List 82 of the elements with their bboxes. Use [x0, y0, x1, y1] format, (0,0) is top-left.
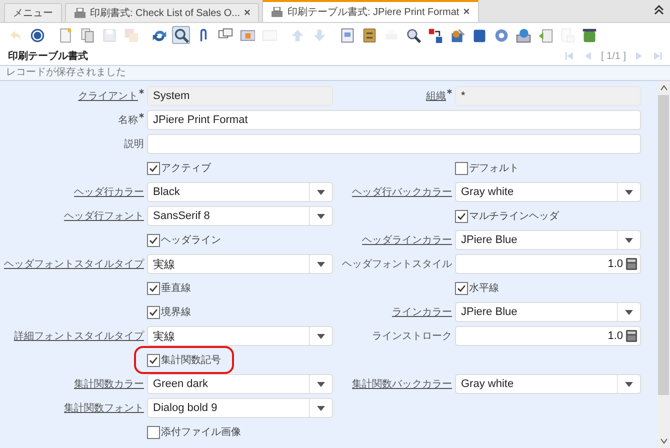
close-icon[interactable]: ×: [244, 7, 250, 19]
text-field[interactable]: [147, 134, 641, 154]
zoom-icon: [406, 28, 420, 42]
dropdown-field[interactable]: Black: [147, 182, 333, 202]
checkbox[interactable]: マルチラインヘッダ: [455, 209, 559, 223]
check-icon: [457, 212, 466, 220]
field-label: 説明: [124, 138, 144, 151]
field-label-link[interactable]: クライアント: [78, 89, 138, 103]
copy-icon: [80, 28, 94, 42]
dropdown-field[interactable]: Dialog bold 9: [147, 398, 333, 418]
check-icon: [457, 284, 466, 292]
checkbox[interactable]: デフォルト: [455, 161, 519, 175]
check-icon: [149, 236, 158, 244]
field-label-link[interactable]: 集計関数カラー: [74, 377, 144, 391]
field-label-link[interactable]: ヘッダラインカラー: [362, 233, 452, 247]
dropdown-field[interactable]: JPiere Blue: [455, 230, 641, 250]
readonly-field: *: [455, 86, 641, 106]
field-label: ラインストローク: [372, 330, 452, 343]
tab[interactable]: 印刷書式: Check List of Sales O... ×: [65, 3, 260, 22]
new-icon: [58, 28, 72, 42]
check-icon: [149, 308, 158, 316]
caret-icon: [625, 190, 633, 194]
caret-icon: [317, 190, 325, 194]
field-label-link[interactable]: ヘッダフォントスタイルタイプ: [4, 257, 144, 271]
printer-icon: [271, 6, 284, 18]
calculator-icon[interactable]: [626, 330, 637, 342]
checkbox[interactable]: アクティブ: [147, 161, 211, 175]
field-label-link[interactable]: ヘッダ行カラー: [74, 185, 144, 199]
record-position: [ 1/1 ]: [600, 50, 626, 62]
field-label-link[interactable]: ラインカラー: [392, 305, 452, 319]
zoom-button[interactable]: [404, 26, 422, 44]
up-icon: [290, 28, 304, 42]
search-icon: [174, 28, 188, 42]
checkbox[interactable]: 垂直線: [147, 281, 191, 295]
readonly-field: System: [147, 86, 333, 106]
field-label: 名称: [118, 114, 138, 127]
number-field[interactable]: 1.0: [455, 326, 641, 346]
field-label-link[interactable]: 集計関数フォント: [64, 401, 144, 415]
check-icon: [149, 164, 158, 172]
caret-icon: [317, 262, 325, 266]
number-field[interactable]: 1.0: [455, 254, 641, 274]
check-icon: [149, 284, 158, 292]
window-title: 印刷テーブル書式: [8, 50, 88, 63]
checkbox[interactable]: 添付ファイル画像: [147, 425, 241, 439]
dropdown-field[interactable]: Green dark: [147, 374, 333, 394]
status-message: レコードが保存されました: [0, 65, 670, 81]
caret-icon: [317, 382, 325, 386]
caret-icon: [625, 310, 633, 314]
dropdown-field[interactable]: 実線: [147, 254, 333, 274]
check-icon: [149, 356, 158, 364]
collapse-icon[interactable]: [654, 5, 664, 15]
caret-icon: [625, 382, 633, 386]
dropdown-field[interactable]: JPiere Blue: [455, 302, 641, 322]
field-label: ヘッダフォントスタイル: [342, 258, 452, 271]
checkbox[interactable]: ヘッダライン: [147, 233, 221, 247]
caret-icon: [317, 214, 325, 218]
field-label-link[interactable]: 詳細フォントスタイルタイプ: [14, 329, 144, 343]
caret-icon: [625, 238, 633, 242]
tab[interactable]: 印刷テーブル書式: JPiere Print Format ×: [262, 0, 479, 22]
down-icon: [312, 28, 326, 42]
caret-icon: [317, 334, 325, 338]
dropdown-field[interactable]: Gray white: [455, 182, 641, 202]
scroll-up-icon[interactable]: [660, 85, 668, 91]
text-field[interactable]: JPiere Print Format: [147, 110, 641, 130]
checkbox[interactable]: 集計関数記号: [147, 353, 221, 367]
tab[interactable]: メニュー: [4, 3, 62, 22]
printer-icon: [74, 8, 86, 18]
field-label-link[interactable]: ヘッダ行フォント: [64, 209, 144, 223]
field-label-link[interactable]: ヘッダ行バックカラー: [352, 185, 452, 199]
scrollbar[interactable]: [657, 81, 670, 448]
scroll-down-icon[interactable]: [660, 438, 668, 444]
checkbox[interactable]: 水平線: [455, 281, 499, 295]
calculator-icon[interactable]: [626, 258, 637, 270]
field-label-link[interactable]: 組織: [426, 89, 446, 103]
dropdown-field[interactable]: Gray white: [455, 374, 641, 394]
caret-icon: [317, 406, 325, 410]
field-label-link[interactable]: 集計関数バックカラー: [352, 377, 452, 391]
checkbox[interactable]: 境界線: [147, 305, 191, 319]
search-button[interactable]: [172, 26, 190, 44]
close-icon[interactable]: ×: [463, 6, 470, 18]
dropdown-field[interactable]: 実線: [147, 326, 333, 346]
dropdown-field[interactable]: SansSerif 8: [147, 206, 333, 226]
